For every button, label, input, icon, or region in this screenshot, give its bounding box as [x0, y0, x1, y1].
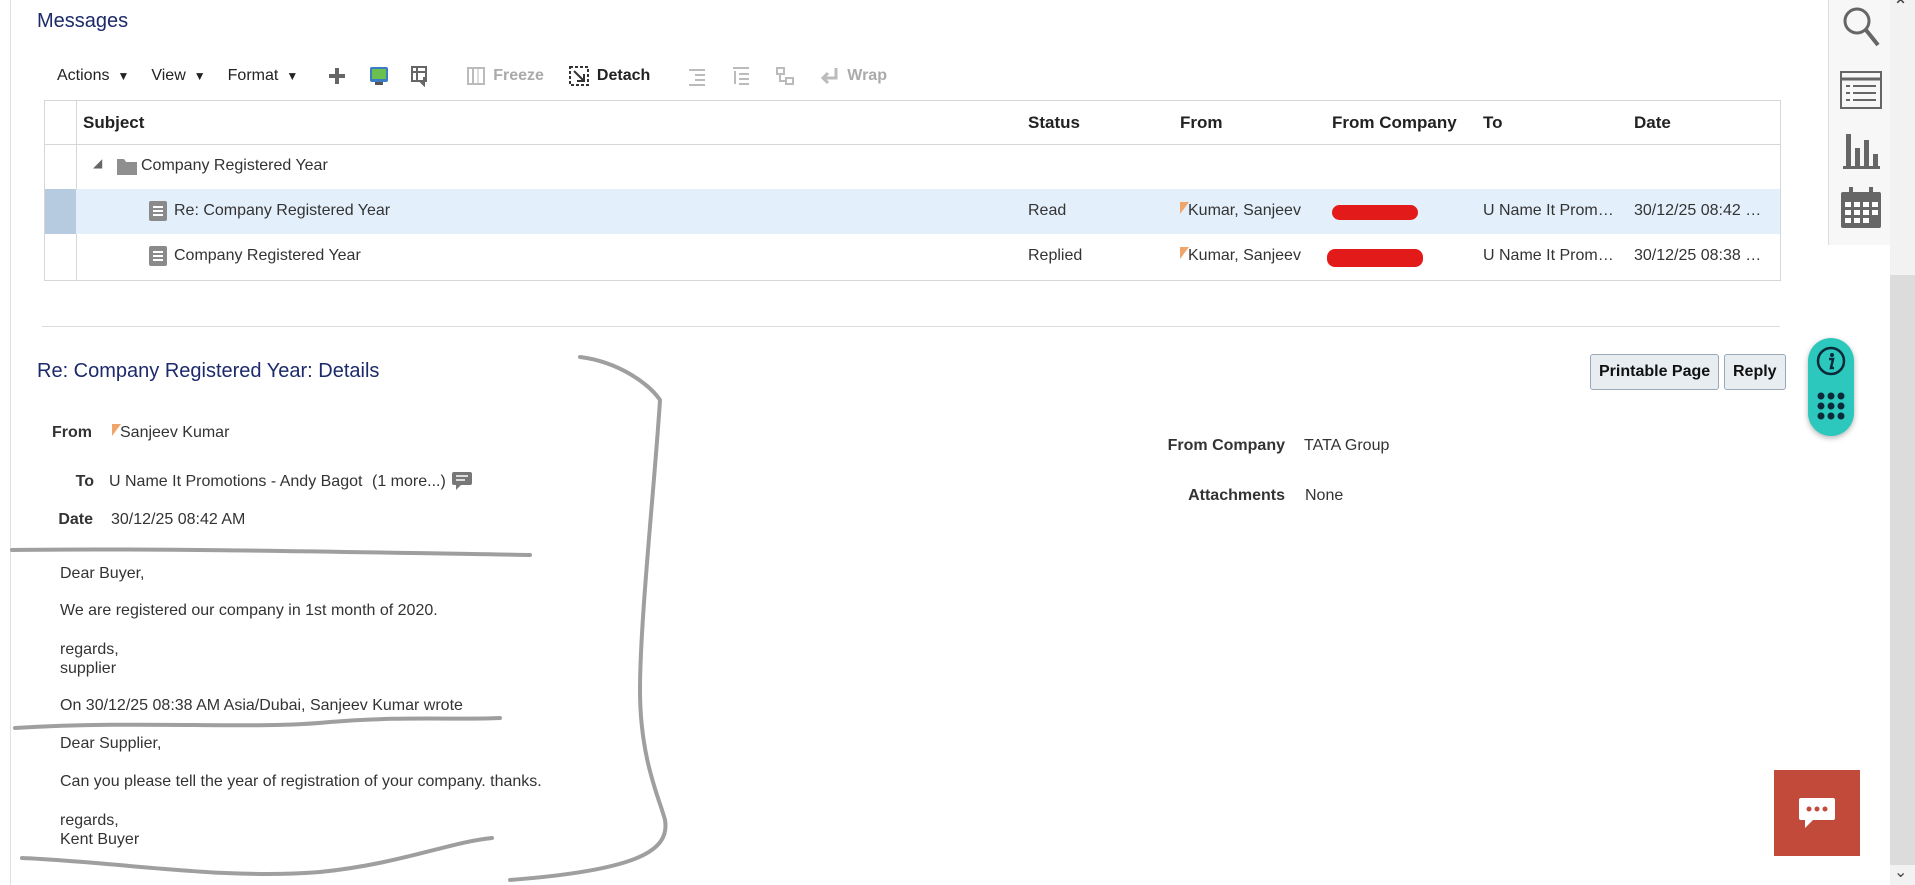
column-header-from[interactable]: From [1180, 113, 1223, 133]
messages-table: Subject Status From From Company To Date… [44, 100, 1781, 281]
row-status: Read [1028, 202, 1067, 219]
caret-down-icon: ▼ [286, 69, 299, 83]
freeze-label: Freeze [493, 67, 544, 84]
row-subject-link[interactable]: Company Registered Year [174, 247, 361, 265]
apps-grid-icon[interactable] [1816, 391, 1846, 421]
redacted-company [1332, 205, 1418, 220]
wrap-button[interactable]: Wrap [820, 66, 887, 86]
attachments-value: None [1305, 487, 1344, 504]
body-line: Kent Buyer [60, 831, 140, 848]
body-line: Can you please tell the year of registra… [60, 773, 542, 790]
chat-icon [1799, 798, 1835, 828]
from-company-label: From Company [1167, 437, 1285, 454]
row-to: U Name It Prom… [1483, 247, 1614, 264]
scroll-up-arrow-icon[interactable]: ⌃ [1893, 0, 1908, 17]
add-icon[interactable] [326, 65, 348, 87]
detach-button[interactable]: Detach [568, 65, 650, 87]
messages-title: Messages [37, 10, 129, 32]
caret-down-icon: ▼ [193, 69, 206, 83]
wrap-icon [821, 68, 838, 85]
redacted-company [1327, 249, 1423, 267]
list-icon[interactable] [1839, 68, 1883, 112]
scrollbar-thumb[interactable] [1890, 275, 1915, 865]
message-document-icon [149, 246, 167, 266]
view-menu[interactable]: View ▼ [151, 67, 205, 85]
column-header-date[interactable]: Date [1634, 113, 1671, 133]
from-value[interactable]: Sanjeev Kumar [120, 424, 229, 442]
freeze-button[interactable]: Freeze [466, 66, 544, 86]
folder-label: Company Registered Year [141, 157, 328, 174]
format-menu[interactable]: Format ▼ [228, 67, 299, 85]
hierarchy-icon[interactable] [774, 65, 796, 87]
column-header-to[interactable]: To [1483, 113, 1503, 133]
caret-down-icon: ▼ [117, 69, 130, 83]
collapse-rows-icon[interactable] [686, 65, 708, 87]
floating-help-widget[interactable] [1808, 338, 1854, 436]
printable-page-button[interactable]: Printable Page [1590, 354, 1720, 390]
body-line: supplier [60, 660, 117, 677]
chat-button[interactable] [1774, 770, 1860, 856]
row-date: 30/12/25 08:42 … [1634, 202, 1762, 219]
table-row[interactable]: Company Registered Year Replied Kumar, S… [45, 234, 1780, 279]
expand-rows-icon[interactable] [730, 65, 752, 87]
search-icon[interactable] [1839, 5, 1883, 49]
from-company-value: TATA Group [1304, 437, 1390, 454]
body-line: Dear Buyer, [60, 565, 145, 582]
wrap-label: Wrap [847, 67, 887, 84]
format-menu-label: Format [227, 67, 279, 84]
detach-icon [568, 66, 589, 86]
left-frame-border [0, 0, 11, 885]
info-icon[interactable] [1816, 346, 1846, 376]
row-subject-link[interactable]: Re: Company Registered Year [174, 202, 390, 220]
calendar-icon[interactable] [1839, 186, 1883, 230]
folder-icon [117, 159, 137, 175]
row-from: Kumar, Sanjeev [1188, 202, 1301, 219]
date-value: 30/12/25 08:42 AM [111, 511, 246, 528]
messages-toolbar: Actions ▼ View ▼ Format ▼ Freeze Detach Wra… [57, 64, 911, 88]
body-line: Dear Supplier, [60, 735, 162, 752]
scroll-down-arrow-icon[interactable]: ⌄ [1894, 862, 1907, 882]
to-label: To [75, 473, 94, 490]
from-label: From [52, 424, 92, 441]
table-row[interactable]: Re: Company Registered Year Read Kumar, … [45, 189, 1780, 234]
column-header-status[interactable]: Status [1028, 113, 1080, 133]
bar-chart-icon[interactable] [1839, 128, 1883, 172]
body-line: On 30/12/25 08:38 AM Asia/Dubai, Sanjeev… [60, 697, 463, 714]
to-value: U Name It Promotions - Andy Bagot [109, 473, 363, 490]
column-header-subject[interactable]: Subject [83, 113, 144, 133]
detach-label: Detach [596, 67, 651, 84]
right-tools-rail [1828, 0, 1891, 245]
reply-button[interactable]: Reply [1724, 354, 1786, 390]
query-by-example-icon[interactable] [410, 65, 432, 87]
attachments-label: Attachments [1188, 487, 1285, 504]
export-to-excel-icon[interactable] [368, 65, 390, 87]
message-document-icon [149, 201, 167, 221]
freeze-icon [467, 67, 486, 85]
table-header: Subject Status From From Company To Date [45, 101, 1780, 145]
body-line: We are registered our company in 1st mon… [60, 602, 438, 619]
actions-menu-label: Actions [57, 67, 110, 84]
section-divider [42, 326, 1780, 327]
recipients-icon[interactable] [451, 471, 473, 491]
row-from: Kumar, Sanjeev [1188, 247, 1301, 264]
body-line: regards, [60, 641, 119, 658]
details-title: Re: Company Registered Year: Details [37, 360, 380, 382]
row-selected-marker [45, 189, 76, 234]
row-date: 30/12/25 08:38 … [1634, 247, 1762, 264]
collapse-triangle-icon[interactable]: ◢ [93, 156, 102, 170]
body-line: regards, [60, 812, 119, 829]
column-header-from-company[interactable]: From Company [1332, 113, 1457, 133]
date-label: Date [58, 511, 93, 528]
row-status: Replied [1028, 247, 1083, 264]
to-more-link[interactable]: (1 more...) [372, 473, 446, 491]
row-to: U Name It Prom… [1483, 202, 1614, 219]
folder-row[interactable]: ◢ Company Registered Year [45, 144, 1780, 189]
view-menu-label: View [151, 67, 186, 84]
actions-menu[interactable]: Actions ▼ [57, 67, 129, 85]
